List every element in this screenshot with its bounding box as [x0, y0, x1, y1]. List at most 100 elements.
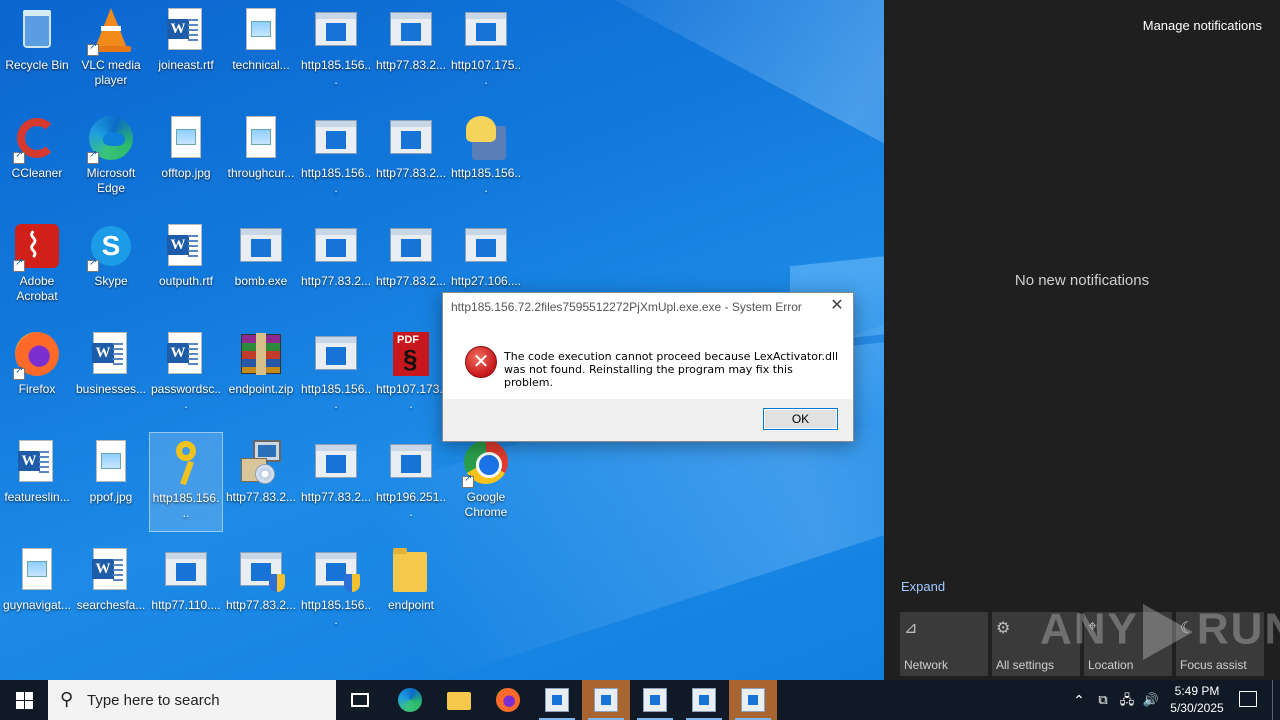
- image-file-icon: [96, 440, 126, 482]
- executable-icon: [465, 228, 507, 262]
- desktop-icon[interactable]: http77.83.2...: [299, 216, 373, 316]
- play-icon: [1142, 604, 1193, 660]
- notifications-button[interactable]: [1234, 680, 1264, 720]
- desktop-icon-image: [387, 438, 435, 486]
- action-center: Manage notifications No new notification…: [884, 0, 1280, 680]
- desktop-icon[interactable]: http77.83.2...: [374, 216, 448, 316]
- taskbar-file-explorer[interactable]: [435, 680, 483, 720]
- desktop-icon-label: offtop.jpg: [161, 166, 211, 180]
- taskbar-firefox[interactable]: [484, 680, 532, 720]
- desktop-icon-label: outputh.rtf: [158, 274, 214, 288]
- desktop-icon-label: endpoint: [387, 598, 435, 612]
- app-window-icon: [643, 688, 667, 712]
- shortcut-arrow-icon: [87, 257, 99, 272]
- dialog-footer: OK: [443, 399, 853, 441]
- desktop-icon-image: W: [162, 6, 210, 54]
- desktop-icon[interactable]: http185.156...: [299, 0, 373, 100]
- desktop-icon-label: Skype: [94, 274, 128, 288]
- taskbar-edge[interactable]: [386, 680, 434, 720]
- meet-now-icon[interactable]: ⧉: [1092, 680, 1114, 720]
- start-button[interactable]: [0, 680, 48, 720]
- desktop-icon[interactable]: ppof.jpg: [74, 432, 148, 532]
- desktop-icon-image: [237, 438, 285, 486]
- volume-icon[interactable]: 🔊: [1140, 680, 1162, 720]
- desktop-icon[interactable]: http196.251...: [374, 432, 448, 532]
- quick-action-label: Network: [904, 658, 949, 672]
- shortcut-arrow-icon: [87, 41, 99, 56]
- desktop-icon[interactable]: Wbusinesses...: [74, 324, 148, 424]
- desktop-icon[interactable]: endpoint.zip: [224, 324, 298, 424]
- show-hidden-icons[interactable]: ⌃: [1068, 680, 1090, 720]
- desktop-icon[interactable]: Woutputh.rtf: [149, 216, 223, 316]
- desktop-icon-label: http77.83.2...: [300, 490, 372, 504]
- wallpaper-light-beam: [539, 0, 884, 290]
- desktop-icon-image: W: [162, 222, 210, 270]
- desktop-icon[interactable]: http185.156...: [299, 108, 373, 208]
- show-desktop-button[interactable]: [1272, 680, 1280, 720]
- desktop-icon-image: [13, 330, 61, 380]
- taskbar-installer[interactable]: [729, 680, 777, 720]
- desktop-icon[interactable]: http185.156...: [299, 540, 373, 640]
- desktop-icon-image: [162, 439, 210, 487]
- desktop-icon[interactable]: bomb.exe: [224, 216, 298, 316]
- close-icon[interactable]: ✕: [827, 296, 847, 316]
- desktop-icon-image: [87, 438, 135, 486]
- word-document-icon: W: [167, 332, 202, 374]
- notification-icon: [1239, 691, 1257, 707]
- desktop-icon-label: featureslin...: [4, 490, 70, 504]
- task-view-button[interactable]: [336, 680, 384, 720]
- taskbar-app[interactable]: [582, 680, 630, 720]
- taskbar-app[interactable]: [533, 680, 581, 720]
- desktop-icon[interactable]: Microsoft Edge: [74, 108, 148, 208]
- desktop-icon[interactable]: offtop.jpg: [149, 108, 223, 208]
- expand-link[interactable]: Expand: [901, 579, 945, 594]
- desktop-icon[interactable]: http107.175...: [449, 0, 523, 100]
- desktop-icon-image: [387, 222, 435, 270]
- desktop-icon-image: [462, 114, 510, 162]
- ok-button[interactable]: OK: [763, 408, 838, 430]
- desktop-icon[interactable]: http185.156...: [299, 324, 373, 424]
- desktop-icon[interactable]: Wsearchesfa...: [74, 540, 148, 640]
- dialog-message-line: The code execution cannot proceed becaus…: [504, 350, 839, 363]
- windows-icon: [16, 692, 33, 709]
- desktop-icon[interactable]: endpoint: [374, 540, 448, 640]
- uac-shield-icon: [344, 574, 360, 592]
- desktop-icon[interactable]: S Skype: [74, 216, 148, 316]
- desktop-icon[interactable]: Wjoineast.rtf: [149, 0, 223, 100]
- desktop-icon-image: S: [87, 222, 135, 272]
- network-tray-icon[interactable]: 🖧: [1116, 680, 1138, 720]
- taskbar: ⚲ Type here to search ⌃ ⧉ 🖧 🔊 5:49 PM 5/…: [0, 680, 1280, 720]
- desktop-icon[interactable]: http185.156...: [149, 432, 223, 532]
- desktop-icon[interactable]: http185.156...: [449, 108, 523, 208]
- desktop-icon[interactable]: CCleaner: [0, 108, 74, 208]
- desktop-icon[interactable]: http77.83.2...: [299, 432, 373, 532]
- desktop-icon[interactable]: guynavigat...: [0, 540, 74, 640]
- desktop-icon[interactable]: Firefox: [0, 324, 74, 424]
- setup-icon: [466, 116, 506, 160]
- desktop-icon-label: http185.156...: [300, 58, 372, 87]
- taskbar-app[interactable]: [680, 680, 728, 720]
- desktop-icon-label: http77.83.2...: [300, 274, 372, 288]
- clock[interactable]: 5:49 PM 5/30/2025: [1162, 683, 1232, 717]
- desktop-icon[interactable]: VLC media player: [74, 0, 148, 100]
- desktop-icon[interactable]: http77.110....: [149, 540, 223, 640]
- desktop-icon[interactable]: http77.83.2...: [224, 432, 298, 532]
- desktop-icon[interactable]: http77.83.2...: [224, 540, 298, 640]
- pdf-icon: PDF: [393, 332, 429, 376]
- taskbar-app[interactable]: [631, 680, 679, 720]
- quick-action-network[interactable]: ⊿ Network: [900, 612, 988, 676]
- desktop-icon[interactable]: Google Chrome: [449, 432, 523, 532]
- desktop-icon[interactable]: throughcur...: [224, 108, 298, 208]
- desktop-icon[interactable]: PDF http107.173...: [374, 324, 448, 424]
- search-box[interactable]: ⚲ Type here to search: [48, 680, 336, 720]
- desktop-icon[interactable]: http77.83.2...: [374, 108, 448, 208]
- desktop-icon[interactable]: Wfeatureslin...: [0, 432, 74, 532]
- desktop-icon-image: [237, 114, 285, 162]
- desktop-icon[interactable]: Adobe Acrobat: [0, 216, 74, 316]
- manage-notifications-link[interactable]: Manage notifications: [1143, 18, 1262, 33]
- desktop-icon[interactable]: http77.83.2...: [374, 0, 448, 100]
- executable-icon: [390, 12, 432, 46]
- desktop-icon[interactable]: technical...: [224, 0, 298, 100]
- desktop-icon[interactable]: Wpasswordsc...: [149, 324, 223, 424]
- desktop-icon[interactable]: Recycle Bin: [0, 0, 74, 100]
